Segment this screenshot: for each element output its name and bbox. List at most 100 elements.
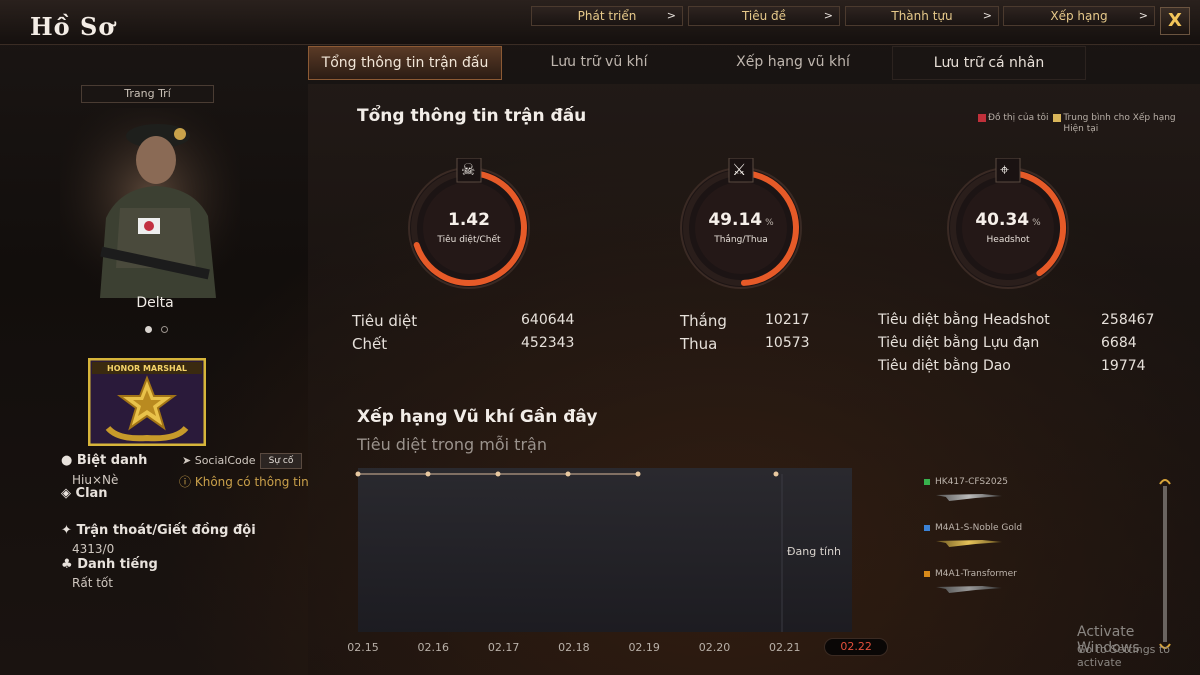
headshot-gauge: ⌖ 40.34% Headshot <box>944 157 1084 298</box>
tab-match-summary[interactable]: Tổng thông tin trận đấu <box>308 46 502 80</box>
stat-knife-kills-label: Tiêu diệt bằng Dao <box>878 358 1011 374</box>
data-point <box>565 471 571 477</box>
date-tick[interactable]: 02.21 <box>765 641 805 654</box>
stat-deaths-label: Chết <box>352 335 388 353</box>
social-code-value: ⓘ Không có thông tin <box>179 475 309 489</box>
tab-weapon-ranking[interactable]: Xếp hạng vũ khí <box>700 46 886 78</box>
chevron-right-icon: > <box>982 9 992 22</box>
data-point <box>773 471 779 477</box>
question-icon: ⓘ <box>179 475 192 489</box>
reputation-value: Rất tốt <box>72 576 113 590</box>
tab-personal-archive[interactable]: Lưu trữ cá nhân <box>892 46 1086 80</box>
data-point <box>635 471 641 477</box>
weapon-chart-title: Xếp hạng Vũ khí Gần đây <box>357 407 598 427</box>
escape-teamkill-value: 4313/0 <box>72 542 115 556</box>
legend-item-average: Trung bình cho Xếp hạng Hiện tại <box>1063 113 1176 134</box>
stat-headshot-kills-label: Tiêu diệt bằng Headshot <box>878 312 1050 328</box>
winrate-gauge: ⚔ 49.14% Thắng/Thua <box>677 157 817 298</box>
stat-deaths-value: 452343 <box>521 335 575 351</box>
clan-icon: ◈ <box>61 486 71 501</box>
date-tick[interactable]: 02.18 <box>554 641 594 654</box>
social-code-report-button[interactable]: Sự cố <box>260 453 302 469</box>
kd-gauge: ☠ 1.42 Tiêu diệt/Chết <box>405 157 545 298</box>
winrate-value: 49.14% <box>708 210 774 230</box>
crosshair-rifle-icon: ⌖ <box>1000 160 1010 179</box>
decoration-button[interactable]: Trang Trí <box>81 85 214 103</box>
page-dot-active[interactable] <box>145 326 152 333</box>
nav-achievements-button[interactable]: Thành tựu > <box>845 6 999 26</box>
chart-legend: Đồ thị của tôi Trung bình cho Xếp hạng H… <box>978 113 1181 135</box>
tag-icon: ➤ <box>182 454 192 467</box>
escape-teamkill-label: ✦ Trận thoát/Giết đồng đội <box>61 523 256 538</box>
date-tick[interactable]: 02.22 <box>824 638 889 656</box>
character-name: Delta <box>136 295 174 311</box>
stat-wins-value: 10217 <box>765 312 810 328</box>
stat-knife-kills-value: 19774 <box>1101 358 1146 374</box>
rifle-icon <box>936 494 1002 501</box>
nickname-value: Hiu×Nè <box>72 473 119 487</box>
chevron-right-icon: > <box>666 9 676 22</box>
date-tick[interactable]: 02.20 <box>695 641 735 654</box>
nav-label: Tiêu đề <box>741 9 787 23</box>
stat-grenade-kills-value: 6684 <box>1101 335 1137 351</box>
weapon-legend-1[interactable]: HK417-CFS2025 <box>924 477 1008 501</box>
rifle-icon <box>936 540 1002 547</box>
kd-value: 1.42 <box>448 210 490 230</box>
activate-windows-subtitle: Go to Settings to activate <box>1077 643 1170 669</box>
weapon-swatch <box>924 478 930 485</box>
weapon-legend-2[interactable]: M4A1-S-Noble Gold <box>924 523 1022 547</box>
chevron-right-icon: > <box>1138 9 1148 22</box>
rank-badge: HONOR MARSHAL <box>87 357 207 447</box>
skull-icon: ☠ <box>461 160 476 179</box>
rank-badge-text: HONOR MARSHAL <box>107 364 187 373</box>
reputation-label: ♣ Danh tiếng <box>61 557 158 572</box>
data-point <box>425 471 431 477</box>
person-icon: ● <box>61 453 73 468</box>
character-avatar <box>60 108 240 300</box>
date-tick[interactable]: 02.15 <box>343 641 383 654</box>
window-title: Hồ Sơ <box>30 12 116 41</box>
kd-label: Tiêu diệt/Chết <box>437 235 501 245</box>
headshot-label: Headshot <box>986 235 1030 245</box>
chevron-right-icon: > <box>823 9 833 22</box>
weapon-chart-overlay <box>355 471 783 632</box>
clover-icon: ♣ <box>61 557 73 572</box>
nav-development-button[interactable]: Phát triển > <box>531 6 683 26</box>
calculating-text: Đang tính <box>787 545 842 558</box>
stat-losses-label: Thua <box>680 335 718 353</box>
weapon-swatch <box>924 524 930 531</box>
weapon-legend-3[interactable]: M4A1-Transformer <box>924 569 1017 593</box>
nav-ranking-button[interactable]: Xếp hạng > <box>1003 6 1155 26</box>
nickname-label: ● Biệt danh <box>61 453 148 468</box>
stat-headshot-kills-value: 258467 <box>1101 312 1155 328</box>
nav-label: Xếp hạng <box>1050 9 1108 23</box>
stat-kills-value: 640644 <box>521 312 575 328</box>
close-icon: X <box>1168 10 1182 31</box>
page-dot[interactable] <box>161 326 169 333</box>
tab-weapon-archive[interactable]: Lưu trữ vũ khí <box>512 46 686 78</box>
stat-wins-label: Thắng <box>680 312 727 330</box>
running-man-icon: ✦ <box>61 523 72 538</box>
character-page-dots[interactable] <box>143 318 170 337</box>
rifle-icon <box>936 586 1002 593</box>
social-code-label: ➤ SocialCode <box>182 454 256 467</box>
legend-swatch <box>978 113 986 122</box>
summary-title: Tổng thông tin trận đấu <box>357 106 587 126</box>
date-tick[interactable]: 02.19 <box>624 641 664 654</box>
nav-label: Thành tựu <box>891 9 953 23</box>
nav-label: Phát triển <box>577 9 637 23</box>
crossed-swords-icon: ⚔ <box>732 160 747 179</box>
date-tick[interactable]: 02.16 <box>413 641 453 654</box>
stat-losses-value: 10573 <box>765 335 810 351</box>
weapon-chart-subtitle: Tiêu diệt trong mỗi trận <box>357 435 547 454</box>
winrate-label: Thắng/Thua <box>714 235 768 245</box>
headshot-value: 40.34% <box>975 210 1041 230</box>
legend-swatch <box>1053 113 1062 122</box>
weapon-swatch <box>924 570 930 577</box>
stat-grenade-kills-label: Tiêu diệt bằng Lựu đạn <box>878 335 1040 351</box>
clan-label: ◈ Clan <box>61 486 108 501</box>
close-button[interactable]: X <box>1160 7 1190 35</box>
nav-title-button[interactable]: Tiêu đề > <box>688 6 840 26</box>
date-tick[interactable]: 02.17 <box>484 641 524 654</box>
legend-item-mine: Đồ thị của tôi Trung bình cho Xếp hạng H… <box>978 113 1181 135</box>
